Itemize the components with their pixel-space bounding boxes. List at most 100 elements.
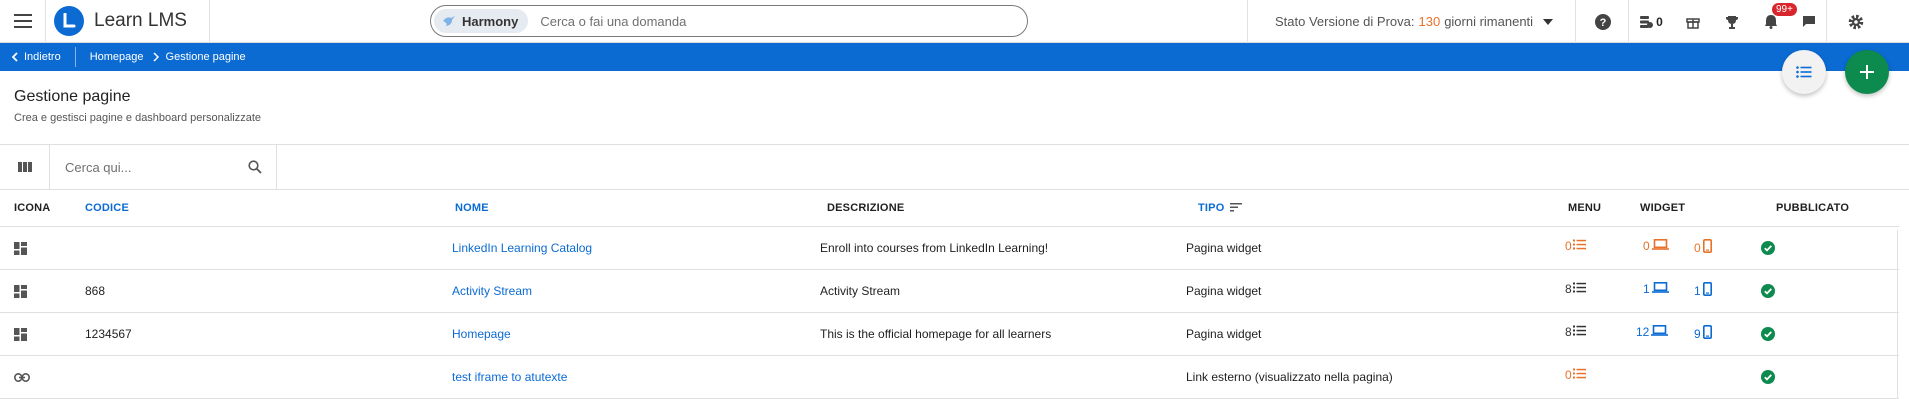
filter-bar: Cerca qui...: [0, 144, 1909, 190]
table-search-placeholder: Cerca qui...: [65, 159, 132, 175]
laptop-icon: [1651, 239, 1669, 253]
row-name-link[interactable]: LinkedIn Learning Catalog: [452, 241, 592, 255]
published-check-icon: [1761, 370, 1775, 387]
row-widget-mobile[interactable]: 9: [1694, 325, 1712, 342]
table-row[interactable]: 1234567 Homepage This is the official home…: [0, 313, 1899, 356]
app-logo[interactable]: Learn LMS: [46, 0, 210, 43]
published-check-icon: [1761, 241, 1775, 258]
row-name-link[interactable]: Activity Stream: [452, 284, 532, 298]
trial-prefix: Stato Versione di Prova:: [1275, 14, 1415, 29]
laptop-icon: [1651, 325, 1669, 339]
row-description: Activity Stream: [820, 284, 901, 298]
harmony-chip[interactable]: Harmony: [434, 9, 529, 33]
laptop-icon: [1651, 282, 1669, 296]
gift-button[interactable]: [1673, 0, 1713, 43]
harmony-bird-icon: [443, 16, 455, 26]
col-name[interactable]: NOME: [455, 202, 489, 214]
sort-icon[interactable]: [1230, 203, 1242, 212]
col-code[interactable]: CODICE: [85, 202, 129, 214]
menu-count-value: 8: [1565, 325, 1572, 339]
table-row[interactable]: LinkedIn Learning Catalog Enroll into cou…: [0, 227, 1899, 270]
page-title: Gestione pagine: [14, 88, 131, 105]
row-widget-desktop[interactable]: 1: [1643, 282, 1669, 296]
published-check-icon: [1761, 284, 1775, 301]
trial-days: 130: [1418, 14, 1441, 29]
table-header: ICONA CODICE NOME DESCRIZIONE TIPO MENU …: [0, 190, 1899, 227]
svg-text:?: ?: [1599, 17, 1606, 29]
row-code: 1234567: [85, 327, 132, 341]
row-widget-desktop[interactable]: 12: [1636, 325, 1669, 339]
row-type: Pagina widget: [1186, 241, 1262, 255]
widget-desktop-value: 0: [1643, 239, 1650, 253]
trophy-icon: [1726, 15, 1738, 29]
row-widget-mobile[interactable]: 1: [1694, 282, 1712, 299]
notifications-button[interactable]: 99+: [1751, 0, 1797, 43]
menu-list-icon: [1572, 368, 1586, 382]
widget-desktop-value: 12: [1636, 325, 1650, 339]
page-subtitle: Crea e gestisci pagine e dashboard perso…: [14, 112, 262, 124]
phone-icon: [1702, 282, 1712, 299]
chat-icon: [1802, 16, 1815, 27]
trophy-button[interactable]: [1713, 0, 1751, 43]
add-page-button[interactable]: [1845, 50, 1889, 94]
coins-icon: [1640, 15, 1654, 28]
columns-icon: [17, 162, 32, 172]
col-menu: MENU: [1568, 202, 1602, 214]
breadcrumb-home[interactable]: Homepage: [76, 51, 144, 63]
plus-icon: [1860, 65, 1874, 79]
dashboard-icon: [14, 242, 27, 258]
col-published: PUBBLICATO: [1776, 202, 1850, 214]
row-type: Link esterno (visualizzato nella pagina): [1186, 370, 1393, 384]
row-description: This is the official homepage for all le…: [820, 327, 1052, 341]
settings-button[interactable]: [1827, 0, 1884, 43]
row-type: Pagina widget: [1186, 327, 1262, 341]
chevron-right-icon: [153, 52, 159, 62]
widget-desktop-value: 1: [1643, 282, 1650, 296]
row-menu-count[interactable]: 8: [1565, 282, 1586, 296]
help-button[interactable]: ?: [1577, 0, 1629, 43]
credits-button[interactable]: 0: [1629, 0, 1673, 43]
table-search-input[interactable]: Cerca qui...: [50, 144, 277, 190]
table-row[interactable]: 868 Activity Stream Activity Stream Pagina …: [0, 270, 1899, 313]
chevron-left-icon: [12, 52, 18, 62]
col-description: DESCRIZIONE: [827, 202, 905, 214]
dashboard-icon: [14, 328, 27, 344]
breadcrumb: Indietro Homepage Gestione pagine: [0, 43, 1909, 71]
columns-button[interactable]: [0, 144, 50, 190]
row-menu-count[interactable]: 0: [1565, 239, 1586, 253]
global-search-placeholder: Cerca o fai una domanda: [540, 13, 687, 29]
menu-button[interactable]: [0, 0, 46, 43]
list-icon: [1796, 66, 1812, 78]
row-menu-count[interactable]: 0: [1565, 368, 1586, 382]
top-bar: Learn LMS Harmony Cerca o fai una domand…: [0, 0, 1909, 43]
menu-count-value: 8: [1565, 282, 1572, 296]
back-link[interactable]: Indietro: [0, 47, 76, 67]
row-type: Pagina widget: [1186, 284, 1262, 298]
help-icon: ?: [1594, 13, 1611, 30]
row-widget-desktop[interactable]: 0: [1643, 239, 1669, 253]
search-icon[interactable]: [248, 160, 262, 174]
col-widget: WIDGET: [1640, 202, 1686, 214]
row-code: 868: [85, 284, 106, 298]
widget-mobile-value: 9: [1694, 326, 1701, 341]
dashboard-icon: [14, 285, 27, 301]
global-search-input[interactable]: Harmony Cerca o fai una domanda: [430, 5, 1028, 37]
row-widget-mobile[interactable]: 0: [1694, 239, 1712, 256]
col-type[interactable]: TIPO: [1198, 202, 1224, 214]
published-check-icon: [1761, 327, 1775, 344]
row-description: Enroll into courses from LinkedIn Learni…: [820, 241, 1049, 255]
notifications-badge: 99+: [1772, 3, 1797, 16]
row-menu-count[interactable]: 8: [1565, 325, 1586, 339]
back-label: Indietro: [24, 51, 61, 63]
page-list-button[interactable]: [1782, 50, 1826, 94]
row-name-link[interactable]: Homepage: [452, 327, 511, 341]
gift-icon: [1686, 17, 1700, 29]
trial-status-dropdown[interactable]: Stato Versione di Prova: 130 giorni rima…: [1247, 0, 1576, 43]
row-name-link[interactable]: test iframe to atutexte: [452, 370, 567, 384]
breadcrumb-current: Gestione pagine: [165, 51, 246, 63]
caret-down-icon: [1543, 18, 1554, 25]
menu-list-icon: [1572, 239, 1586, 253]
header-actions: ? 0 99+: [1577, 0, 1884, 43]
trial-suffix: giorni rimanenti: [1444, 14, 1534, 29]
table-row[interactable]: test iframe to atutexte Link esterno (vis…: [0, 356, 1899, 399]
